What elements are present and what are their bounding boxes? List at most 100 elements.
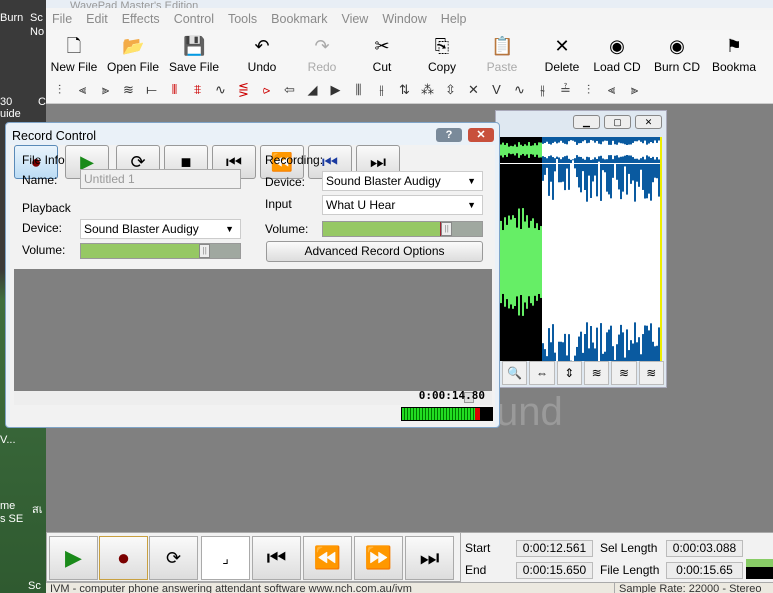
desktop-icon-label[interactable]: C [38,96,46,108]
desktop-icon-label[interactable]: สเ [32,500,42,518]
menu-view[interactable]: View [341,12,368,26]
sample-rate: Sample Rate: 22000 - Stereo [614,583,761,593]
effect-icon[interactable]: ⩨ [188,82,207,100]
effect-icon[interactable]: ⫸ [96,82,115,100]
rewind-button[interactable]: ⏪ [303,536,352,580]
name-field[interactable]: Untitled 1 [80,169,241,189]
overview-sample [612,140,614,160]
go-end-button[interactable]: ⏭ [405,536,454,580]
effect-icon[interactable]: V [487,82,506,100]
effect-icon[interactable]: ⇦ [280,82,299,100]
waveform-view[interactable] [496,137,662,361]
advanced-record-options-button[interactable]: Advanced Record Options [266,241,483,262]
effect-icon[interactable]: ⫼ [349,82,368,100]
overview-sample [542,143,544,157]
effect-icon[interactable]: ⫷ [73,82,92,100]
wave-view-icon[interactable]: ≋ [583,361,610,385]
paste-button[interactable]: 📋 Paste [464,30,540,78]
effect-icon[interactable]: ⇳ [441,82,460,100]
undo-button[interactable]: ↶ Undo [224,30,300,78]
effect-icon[interactable]: ≟ [556,82,575,100]
waveform-sample [526,215,528,309]
effect-icon[interactable]: ⪧ [257,82,276,100]
overview-sample [648,143,650,157]
copy-button[interactable]: ⎘ Copy [420,30,464,78]
document-window[interactable]: ▁ ▢ ✕ 🔍 ⇔ ⇕ ≋ ≋ ≋ [495,110,667,388]
effect-icon[interactable]: ∿ [211,82,230,100]
playback-volume-slider[interactable]: || [80,243,241,259]
slider-thumb[interactable]: || [199,244,211,258]
desktop-icon-label[interactable]: Sc [28,580,41,592]
recording-volume-slider[interactable]: || [322,221,483,237]
desktop-icon-label[interactable]: 30 [0,96,12,108]
desktop-icon-label[interactable]: Burn [0,12,23,24]
stop-button[interactable]: ⌟ [201,536,250,580]
help-button[interactable]: ? [436,128,462,142]
burn-cd-button[interactable]: ◉ Burn CD [650,30,704,78]
stereo-view-icon[interactable]: ≋ [611,361,637,385]
menu-bookmark[interactable]: Bookmark [271,12,327,26]
menu-file[interactable]: File [52,12,72,26]
effect-icon[interactable]: ⫴ [165,82,184,100]
record-button[interactable]: ● [99,536,148,580]
effect-icon[interactable]: ⫶ [50,82,69,100]
zoom-horizontal-icon[interactable]: ⇔ [529,361,555,385]
zoom-vertical-icon[interactable]: ⇕ [556,361,582,385]
menu-control[interactable]: Control [174,12,214,26]
menu-tools[interactable]: Tools [228,12,257,26]
waveform-sample [536,223,538,301]
zoom-icon[interactable]: 🔍 [502,361,528,385]
effect-icon[interactable]: ≋ [119,82,138,100]
close-button[interactable]: ✕ [468,128,494,142]
load-cd-button[interactable]: ◉ Load CD [584,30,650,78]
menu-effects[interactable]: Effects [122,12,160,26]
overview-sample [626,144,628,156]
menu-window[interactable]: Window [382,12,426,26]
waveform-sample [564,190,566,334]
recording-device-select[interactable]: Sound Blaster Audigy ▼ [322,171,483,191]
effect-icon[interactable]: ∿ [510,82,529,100]
overview-sample [614,144,616,156]
effect-icon[interactable]: ⫲ [372,82,391,100]
effect-icon[interactable]: ⋚ [234,82,253,100]
maximize-button[interactable]: ▢ [604,115,631,129]
slider-thumb[interactable]: || [441,222,453,236]
split-view-icon[interactable]: ≋ [638,361,664,385]
desktop-icon-label[interactable]: Sc [30,12,43,24]
save-file-button[interactable]: 💾 Save File [164,30,224,78]
delete-button[interactable]: ✕ Delete [540,30,584,78]
effect-icon[interactable]: ⇅ [395,82,414,100]
desktop-icon-label[interactable]: V... [0,434,16,446]
menu-edit[interactable]: Edit [86,12,108,26]
end-value[interactable]: 0:00:15.650 [516,562,593,579]
desktop-icon-label[interactable]: s SE [0,513,23,525]
bookma-button[interactable]: ⚑ Bookma [704,30,764,78]
menu-help[interactable]: Help [441,12,467,26]
close-button[interactable]: ✕ [635,115,662,129]
input-select[interactable]: What U Hear ▼ [322,195,483,215]
effect-icon[interactable]: ◢ [303,82,322,100]
effect-icon[interactable]: ⫸ [625,82,644,100]
desktop-icon-label[interactable]: me [0,500,15,512]
effect-icon[interactable]: ▶ [326,82,345,100]
effect-icon[interactable]: ⁂ [418,82,437,100]
play-button[interactable]: ▶ [49,536,98,580]
redo-button[interactable]: ↷ Redo [300,30,344,78]
undo-icon: ↶ [254,36,270,56]
loop-play-button[interactable]: ⟳ [149,536,198,580]
effect-icon[interactable]: ⫶ [579,82,598,100]
fast-forward-button[interactable]: ⏩ [354,536,403,580]
effect-icon[interactable]: ⫳ [533,82,552,100]
open-file-button[interactable]: 📂 Open File [102,30,164,78]
go-start-button[interactable]: ⏮ [252,536,301,580]
cut-button[interactable]: ✂ Cut [344,30,420,78]
minimize-button[interactable]: ▁ [573,115,600,129]
desktop-icon-label[interactable]: No [30,26,44,38]
new-file-button[interactable]: 🗋 New File [46,30,102,78]
effect-icon[interactable]: ⟝ [142,82,161,100]
desktop-icon-label[interactable]: uide [0,108,21,120]
start-value[interactable]: 0:00:12.561 [516,540,593,557]
effect-icon[interactable]: ✕ [464,82,483,100]
playback-device-select[interactable]: Sound Blaster Audigy ▼ [80,219,241,239]
effect-icon[interactable]: ⫷ [602,82,621,100]
